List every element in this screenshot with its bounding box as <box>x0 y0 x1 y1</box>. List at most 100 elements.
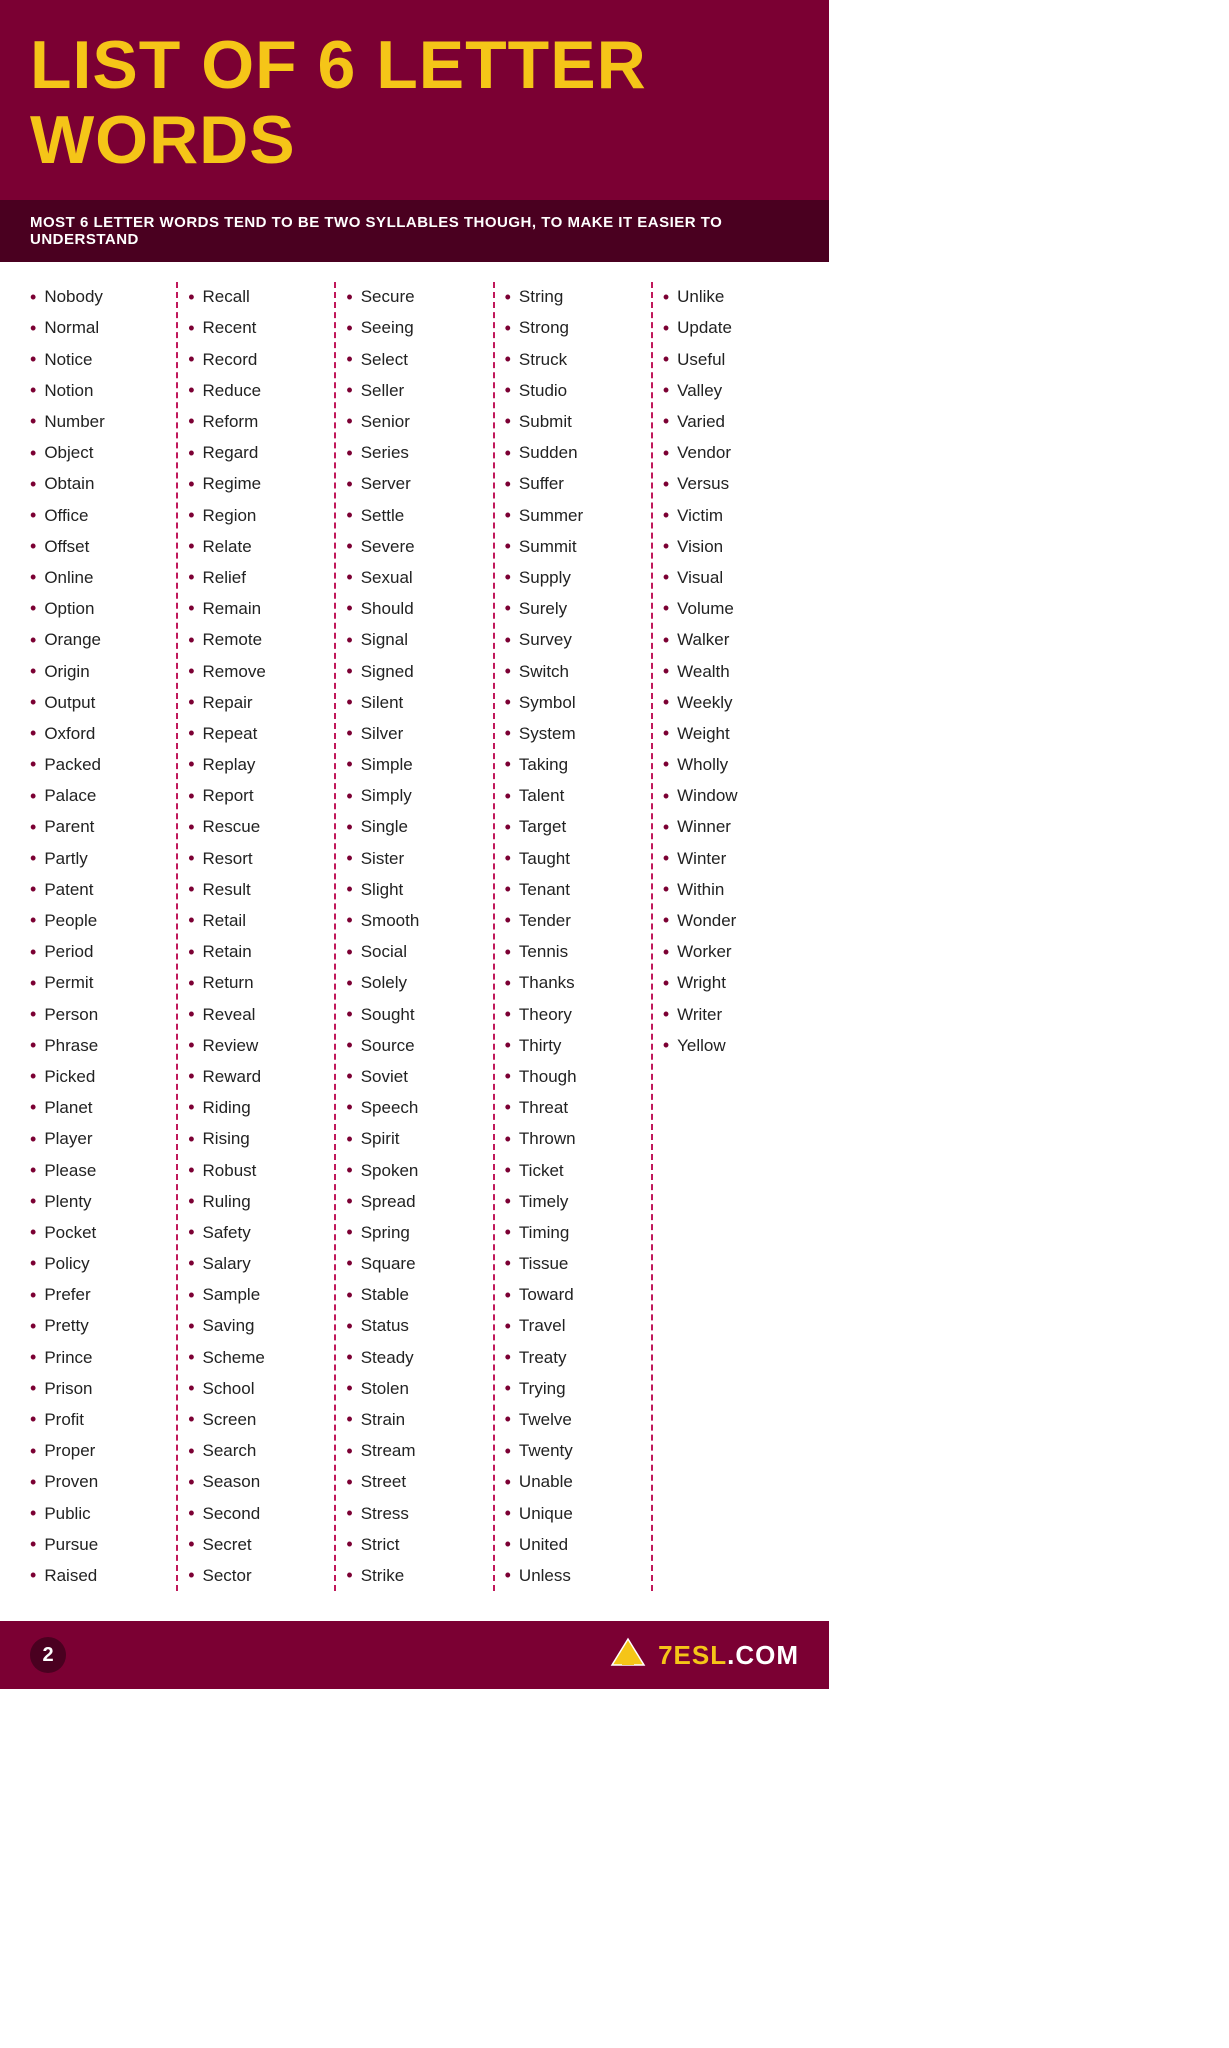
list-item: Proven <box>30 1467 166 1498</box>
list-item: Threat <box>505 1092 641 1123</box>
list-item: Trying <box>505 1373 641 1404</box>
list-item: Update <box>663 313 799 344</box>
list-item: Obtain <box>30 469 166 500</box>
list-item: Relief <box>188 562 324 593</box>
list-item: Output <box>30 687 166 718</box>
list-item: Wonder <box>663 905 799 936</box>
list-item: Spread <box>346 1186 482 1217</box>
subtitle-text: MOST 6 LETTER WORDS TEND TO BE TWO SYLLA… <box>30 214 799 248</box>
list-item: Saving <box>188 1311 324 1342</box>
list-item: Object <box>30 438 166 469</box>
list-item: Severe <box>346 531 482 562</box>
list-item: Smooth <box>346 905 482 936</box>
list-item: Slight <box>346 874 482 905</box>
list-item: Orange <box>30 625 166 656</box>
list-item: Reveal <box>188 999 324 1030</box>
list-item: Symbol <box>505 687 641 718</box>
list-item: Packed <box>30 749 166 780</box>
list-item: Summer <box>505 500 641 531</box>
list-item: Public <box>30 1498 166 1529</box>
list-item: Window <box>663 781 799 812</box>
list-item: Supply <box>505 562 641 593</box>
list-item: Status <box>346 1311 482 1342</box>
list-item: Series <box>346 438 482 469</box>
logo-domain: .COM <box>727 1640 799 1670</box>
page-title: LIST OF 6 LETTER WORDS <box>30 28 799 178</box>
list-item: Unlike <box>663 282 799 313</box>
list-item: Steady <box>346 1342 482 1373</box>
list-item: Twenty <box>505 1436 641 1467</box>
list-item: Stable <box>346 1280 482 1311</box>
list-item: Secure <box>346 282 482 313</box>
list-item: Prison <box>30 1373 166 1404</box>
list-item: Senior <box>346 406 482 437</box>
list-item: System <box>505 718 641 749</box>
list-item: Permit <box>30 968 166 999</box>
list-item: Planet <box>30 1092 166 1123</box>
list-item: Review <box>188 1030 324 1061</box>
list-item: Should <box>346 593 482 624</box>
list-item: Retail <box>188 905 324 936</box>
word-list-4: StringStrongStruckStudioSubmitSuddenSuff… <box>505 282 641 1592</box>
word-list-3: SecureSeeingSelectSellerSeniorSeriesServ… <box>346 282 482 1592</box>
list-item: Oxford <box>30 718 166 749</box>
list-item: Record <box>188 344 324 375</box>
list-item: Timing <box>505 1217 641 1248</box>
list-item: Nobody <box>30 282 166 313</box>
list-item: Please <box>30 1155 166 1186</box>
list-item: Riding <box>188 1092 324 1123</box>
list-item: Vision <box>663 531 799 562</box>
list-item: Surely <box>505 593 641 624</box>
list-item: Settle <box>346 500 482 531</box>
list-item: Versus <box>663 469 799 500</box>
list-item: Offset <box>30 531 166 562</box>
list-item: Treaty <box>505 1342 641 1373</box>
list-item: Volume <box>663 593 799 624</box>
list-item: Weight <box>663 718 799 749</box>
list-item: Talent <box>505 781 641 812</box>
list-item: Sudden <box>505 438 641 469</box>
list-item: Unique <box>505 1498 641 1529</box>
list-item: Secret <box>188 1529 324 1560</box>
list-item: Tenant <box>505 874 641 905</box>
list-item: Safety <box>188 1217 324 1248</box>
list-item: Writer <box>663 999 799 1030</box>
list-item: Thanks <box>505 968 641 999</box>
list-item: Strict <box>346 1529 482 1560</box>
list-item: Wealth <box>663 656 799 687</box>
subtitle-bar: MOST 6 LETTER WORDS TEND TO BE TWO SYLLA… <box>0 200 829 262</box>
list-item: Reward <box>188 1061 324 1092</box>
list-item: Single <box>346 812 482 843</box>
list-item: Summit <box>505 531 641 562</box>
word-list-1: NobodyNormalNoticeNotionNumberObjectObta… <box>30 282 166 1592</box>
list-item: Useful <box>663 344 799 375</box>
list-item: Vendor <box>663 438 799 469</box>
list-item: Tennis <box>505 937 641 968</box>
list-item: Second <box>188 1498 324 1529</box>
list-item: Phrase <box>30 1030 166 1061</box>
list-item: Raised <box>30 1560 166 1591</box>
list-item: Relate <box>188 531 324 562</box>
list-item: Profit <box>30 1404 166 1435</box>
list-item: Sought <box>346 999 482 1030</box>
list-item: Option <box>30 593 166 624</box>
list-item: Unable <box>505 1467 641 1498</box>
list-item: Spirit <box>346 1124 482 1155</box>
list-item: Online <box>30 562 166 593</box>
list-item: Simply <box>346 781 482 812</box>
list-item: Office <box>30 500 166 531</box>
list-item: Person <box>30 999 166 1030</box>
list-item: Replay <box>188 749 324 780</box>
list-item: Result <box>188 874 324 905</box>
list-item: Prefer <box>30 1280 166 1311</box>
list-item: Soviet <box>346 1061 482 1092</box>
list-item: Worker <box>663 937 799 968</box>
list-item: Repeat <box>188 718 324 749</box>
list-item: Proper <box>30 1436 166 1467</box>
list-item: Weekly <box>663 687 799 718</box>
list-item: Retain <box>188 937 324 968</box>
list-item: Recall <box>188 282 324 313</box>
list-item: Salary <box>188 1248 324 1279</box>
list-item: Unless <box>505 1560 641 1591</box>
word-column-5: UnlikeUpdateUsefulValleyVariedVendorVers… <box>653 282 809 1592</box>
